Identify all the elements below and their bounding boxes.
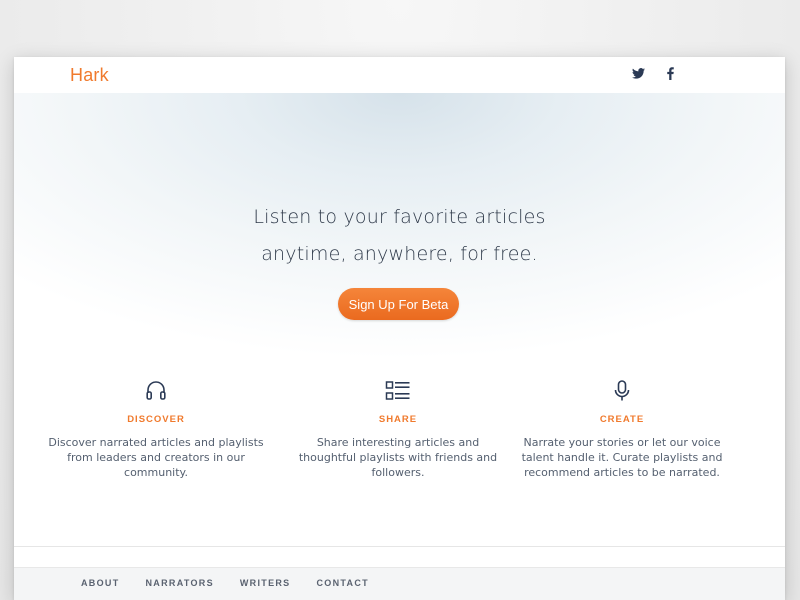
- hark-logo[interactable]: Hark: [70, 65, 109, 86]
- feature-description: Narrate your stories or let our voice ta…: [521, 436, 723, 479]
- footer-link-narrators[interactable]: NARRATORS: [146, 578, 214, 588]
- twitter-link[interactable]: [628, 63, 648, 83]
- facebook-link[interactable]: [660, 63, 680, 83]
- hero-headline-line-2: anytime, anywhere, for free.: [261, 243, 538, 265]
- footer: ABOUT NARRATORS WRITERS CONTACT: [14, 567, 785, 600]
- page-background: Hark Listen to your favorite articles an…: [0, 0, 800, 600]
- twitter-icon: [631, 67, 645, 79]
- feature-discover: DISCOVER Discover narrated articles and …: [36, 377, 276, 480]
- footer-link-writers[interactable]: WRITERS: [240, 578, 291, 588]
- headphones-icon: [146, 381, 166, 400]
- sign-up-for-beta-button[interactable]: Sign Up For Beta: [338, 288, 459, 320]
- feature-share: SHARE Share interesting articles and tho…: [278, 377, 518, 480]
- feature-create: CREATE Narrate your stories or let our v…: [502, 377, 742, 480]
- feature-title: CREATE: [599, 414, 645, 425]
- facebook-icon: [666, 66, 674, 80]
- feature-description: Share interesting articles and thoughtfu…: [298, 436, 498, 479]
- section-divider: [14, 546, 785, 547]
- footer-nav: ABOUT NARRATORS WRITERS CONTACT: [81, 578, 369, 588]
- list-icon: [385, 381, 410, 400]
- hero-section: Listen to your favorite articles anytime…: [14, 93, 785, 373]
- hero-headline-line-1: Listen to your favorite articles: [253, 206, 546, 228]
- microphone-icon: [614, 380, 630, 401]
- footer-link-contact[interactable]: CONTACT: [316, 578, 368, 588]
- feature-title: SHARE: [378, 414, 418, 425]
- footer-link-about[interactable]: ABOUT: [81, 578, 120, 588]
- browser-window: Hark Listen to your favorite articles an…: [14, 57, 785, 600]
- top-navigation-bar: Hark: [14, 57, 785, 93]
- feature-description: Discover narrated articles and playlists…: [48, 436, 264, 479]
- feature-title: DISCOVER: [127, 414, 185, 425]
